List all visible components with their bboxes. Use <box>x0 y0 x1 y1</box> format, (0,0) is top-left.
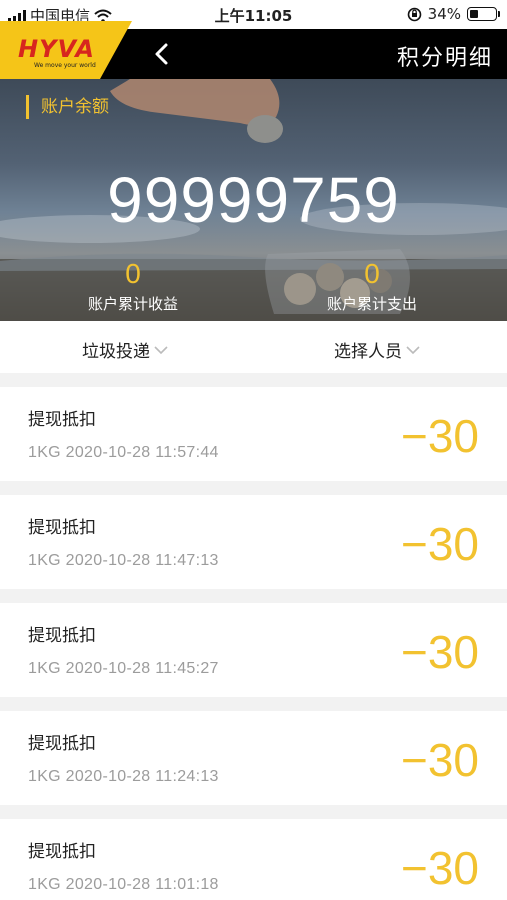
list-item[interactable]: 提现抵扣 1KG 2020-10-28 11:47:13 −30 <box>0 495 507 589</box>
balance-value: 99999759 <box>107 164 400 236</box>
record-title: 提现抵扣 <box>28 734 96 754</box>
record-amount: −30 <box>400 410 479 462</box>
chevron-left-icon <box>155 43 168 65</box>
points-record-list: 提现抵扣 1KG 2020-10-28 11:57:44 −30 提现抵扣 1K… <box>0 387 507 900</box>
battery-percent: 34% <box>427 5 461 23</box>
expense-value: 0 <box>364 258 380 289</box>
record-amount: −30 <box>400 626 479 678</box>
list-item[interactable]: 提现抵扣 1KG 2020-10-28 11:57:44 −30 <box>0 387 507 481</box>
list-item[interactable]: 提现抵扣 1KG 2020-10-28 11:01:18 −30 <box>0 819 507 900</box>
record-amount: −30 <box>400 842 479 894</box>
balance-label: 账户余额 <box>26 95 109 119</box>
chevron-down-icon <box>406 345 420 354</box>
record-amount: −30 <box>400 734 479 786</box>
logo-tagline: We move your world <box>34 62 96 69</box>
record-meta: 1KG 2020-10-28 11:57:44 <box>28 444 219 461</box>
page-title: 积分明细 <box>396 46 493 71</box>
record-meta: 1KG 2020-10-28 11:47:13 <box>28 552 219 569</box>
orientation-lock-icon <box>407 7 421 21</box>
record-title: 提现抵扣 <box>28 626 96 646</box>
record-meta: 1KG 2020-10-28 11:24:13 <box>28 768 219 785</box>
expense-label: 账户累计支出 <box>326 295 417 313</box>
expense-stat: 0 账户累计支出 <box>297 257 447 314</box>
record-title: 提现抵扣 <box>28 842 96 862</box>
record-title: 提现抵扣 <box>28 410 96 430</box>
battery-icon <box>467 7 500 21</box>
income-value: 0 <box>125 258 141 289</box>
status-right: 34% <box>407 5 500 23</box>
record-amount: −30 <box>400 518 479 570</box>
filter-bar: 垃圾投递 选择人员 <box>0 321 507 373</box>
back-button[interactable] <box>150 41 176 67</box>
list-item[interactable]: 提现抵扣 1KG 2020-10-28 11:45:27 −30 <box>0 603 507 697</box>
battery-fill <box>470 10 479 18</box>
account-summary: 账户余额 99999759 0 账户累计收益 0 账户累计支出 <box>0 79 507 321</box>
income-label: 账户累计收益 <box>87 295 178 313</box>
category-filter-label: 垃圾投递 <box>82 342 150 362</box>
person-filter-label: 选择人员 <box>334 342 402 362</box>
person-filter-dropdown[interactable]: 选择人员 <box>334 337 420 362</box>
record-meta: 1KG 2020-10-28 11:45:27 <box>28 660 219 677</box>
logo-text: HYVA <box>18 35 95 63</box>
hyva-logo: HYVA We move your world <box>0 21 132 79</box>
chevron-down-icon <box>154 345 168 354</box>
record-meta: 1KG 2020-10-28 11:01:18 <box>28 876 219 893</box>
nav-bar: HYVA We move your world 积分明细 <box>0 21 507 79</box>
record-title: 提现抵扣 <box>28 518 96 538</box>
income-stat: 0 账户累计收益 <box>58 257 208 314</box>
category-filter-dropdown[interactable]: 垃圾投递 <box>82 337 168 362</box>
list-item[interactable]: 提现抵扣 1KG 2020-10-28 11:24:13 −30 <box>0 711 507 805</box>
